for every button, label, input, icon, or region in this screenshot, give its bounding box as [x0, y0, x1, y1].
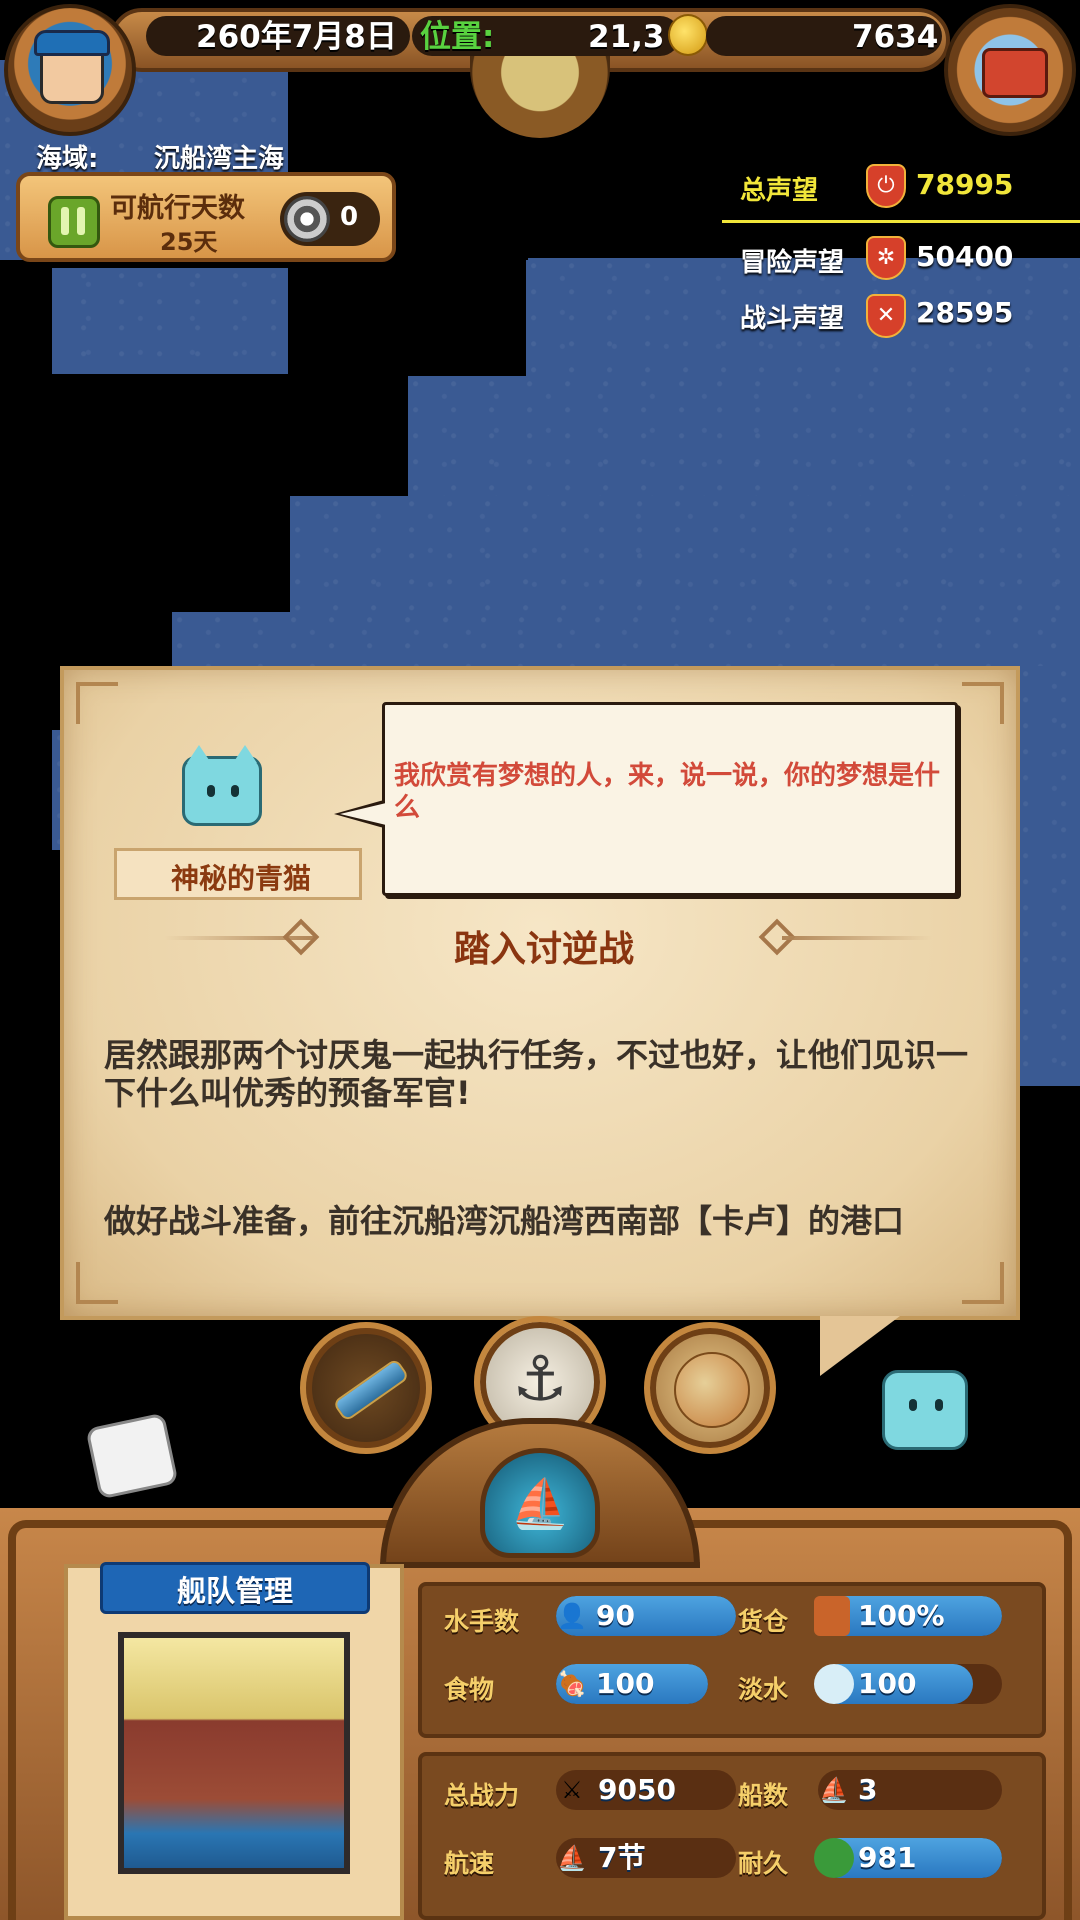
blue-cat-npc-icon: [182, 745, 262, 826]
total-reputation-label: 总声望: [740, 176, 819, 206]
sea-region-name: 沉船湾主海: [154, 144, 285, 174]
speed-value: 7节: [598, 1841, 646, 1874]
quest-description: 居然跟那两个讨厌鬼一起执行任务，不过也好，让他们见识一下什么叫优秀的预备军官!: [104, 1036, 969, 1112]
ships-value: 3: [858, 1773, 878, 1806]
blue-cat-helper-icon[interactable]: [882, 1370, 968, 1450]
ship-count-icon: ⛵: [819, 1776, 849, 1804]
world-map-button[interactable]: [644, 1322, 776, 1454]
quest-dialog[interactable]: 神秘的青猫 我欣赏有梦想的人，来，说一说，你的梦想是什么 踏入讨逆战 居然跟那两…: [60, 666, 1020, 1320]
dialog-pointer: [820, 1316, 900, 1376]
fog-of-war: [0, 260, 52, 380]
speed-label: 航速: [444, 1849, 495, 1878]
sailor-icon: 👤: [557, 1602, 587, 1630]
game-date: 260年7月8日: [196, 19, 397, 55]
telescope-icon: [332, 1357, 410, 1423]
gold-amount: 7634: [852, 19, 939, 55]
position-label: 位置:: [420, 19, 495, 55]
fleet-management-title: 舰队管理: [176, 1574, 293, 1608]
adventure-reputation-label: 冒险声望: [740, 248, 845, 278]
position-value: 21,3: [588, 19, 665, 55]
token-icon: [284, 196, 330, 242]
battle-reputation-label: 战斗声望: [740, 304, 845, 334]
adventure-reputation-icon: ✲: [866, 236, 906, 280]
water-label: 淡水: [738, 1675, 789, 1704]
fleet-ship-image[interactable]: [118, 1632, 350, 1874]
ship-icon: ⛵: [510, 1476, 570, 1532]
crate-icon: [814, 1596, 850, 1636]
power-label: 总战力: [444, 1781, 520, 1810]
title-ornament-right: [782, 936, 932, 940]
speech-tail-fill: [340, 803, 386, 825]
sea-region-label: 海域:: [36, 144, 99, 174]
world-map-icon: [674, 1352, 750, 1428]
water-value: 100: [858, 1667, 917, 1700]
ships-label: 船数: [738, 1781, 789, 1810]
quest-objective: 做好战斗准备，前往沉船湾沉船湾西南部【卡卢】的港口: [104, 1202, 905, 1240]
dialog-corner: [76, 682, 118, 724]
voyage-days-title: 可航行天数: [110, 193, 245, 224]
chest-body: [982, 48, 1048, 98]
pause-button[interactable]: [48, 196, 100, 248]
npc-speech: 我欣赏有梦想的人，来，说一说，你的梦想是什么: [394, 761, 941, 823]
dialog-corner: [962, 1262, 1004, 1304]
voyage-days-panel: 可航行天数 25天 0: [16, 172, 396, 262]
reputation-divider: [722, 220, 1080, 223]
total-reputation-icon: ⏻: [866, 164, 906, 208]
durability-label: 耐久: [738, 1849, 789, 1878]
sailors-value: 90: [596, 1599, 635, 1632]
voyage-days-value: 25天: [160, 228, 218, 256]
speed-ship-icon: ⛵: [557, 1844, 587, 1872]
battle-reputation-icon: ✕: [866, 294, 906, 338]
dialog-corner: [962, 682, 1004, 724]
telescope-button[interactable]: [300, 1322, 432, 1454]
adventure-reputation-value: 50400: [916, 240, 1014, 273]
avatar-bandana: [34, 30, 110, 56]
food-value: 100: [596, 1667, 655, 1700]
quest-title: 踏入讨逆战: [453, 929, 634, 970]
total-reputation-value: 78995: [916, 168, 1014, 201]
sea-map-block: [290, 496, 1080, 614]
dialog-corner: [76, 1262, 118, 1304]
sea-map-block: [172, 612, 1080, 668]
crossed-swords-icon: ⚔: [561, 1776, 583, 1804]
cargo-label: 货仓: [738, 1607, 789, 1636]
token-counter[interactable]: 0: [280, 192, 380, 246]
hull-repair-icon: [814, 1838, 854, 1878]
sea-map-block: [1018, 666, 1080, 1086]
power-value: 9050: [598, 1773, 676, 1806]
cargo-value: 100%: [858, 1599, 945, 1632]
gold-coin-icon: [668, 14, 708, 56]
sail-button[interactable]: ⛵: [480, 1448, 600, 1558]
food-label: 食物: [444, 1675, 495, 1704]
sea-map-block: [408, 376, 1080, 498]
npc-name-plate: 神秘的青猫: [114, 848, 362, 900]
durability-value: 981: [858, 1841, 917, 1874]
meat-icon: 🍖: [557, 1670, 587, 1698]
sailors-label: 水手数: [444, 1607, 520, 1636]
npc-name: 神秘的青猫: [170, 862, 311, 895]
token-count: 0: [340, 202, 359, 232]
anchor-icon: ⚓: [512, 1342, 568, 1415]
water-jug-icon: [814, 1664, 854, 1704]
white-cube-character-icon: [85, 1412, 179, 1500]
battle-reputation-value: 28595: [916, 296, 1014, 329]
